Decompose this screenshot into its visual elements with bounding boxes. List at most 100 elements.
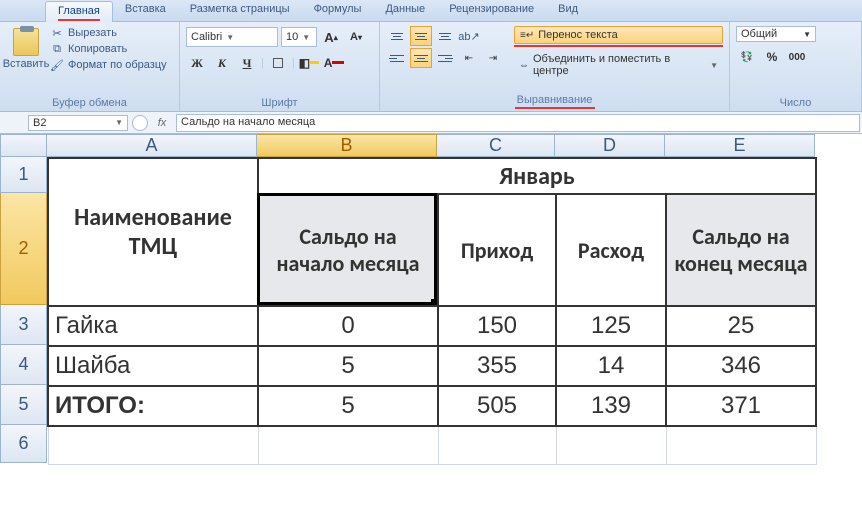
align-left-button[interactable] xyxy=(386,48,408,68)
ribbon-tabs: Главная Вставка Разметка страницы Формул… xyxy=(0,0,862,22)
align-right-button[interactable] xyxy=(434,48,456,68)
borders-button[interactable] xyxy=(267,52,289,74)
cell-e4[interactable]: 346 xyxy=(666,346,816,386)
col-header-d[interactable]: D xyxy=(555,134,665,157)
tab-view[interactable]: Вид xyxy=(546,0,590,21)
formula-cancel[interactable] xyxy=(132,115,148,131)
cell-b4[interactable]: 5 xyxy=(258,346,438,386)
cell-c6[interactable] xyxy=(438,426,556,464)
cell-b3[interactable]: 0 xyxy=(258,306,438,346)
tab-home[interactable]: Главная xyxy=(45,1,113,22)
number-format-value: Общий xyxy=(741,28,777,40)
row-header-6[interactable]: 6 xyxy=(0,425,47,463)
col-header-e[interactable]: E xyxy=(665,134,815,157)
decrease-indent-button[interactable]: ⇤ xyxy=(458,48,480,68)
font-family-value: Calibri xyxy=(191,31,222,43)
cell-a5[interactable]: ИТОГО: xyxy=(48,386,258,426)
paste-button[interactable]: Вставить xyxy=(6,26,46,72)
cell-reference: B2 xyxy=(33,117,46,129)
align-bottom-button[interactable] xyxy=(434,26,456,46)
wrap-icon: ≡↵ xyxy=(520,30,534,41)
wrap-text-button[interactable]: ≡↵ Перенос текста xyxy=(514,26,723,47)
col-header-a[interactable]: A xyxy=(47,134,257,157)
cell-b5[interactable]: 5 xyxy=(258,386,438,426)
row-header-5[interactable]: 5 xyxy=(0,385,47,425)
clipboard-icon xyxy=(13,28,39,56)
tab-page-layout[interactable]: Разметка страницы xyxy=(178,0,302,21)
cell-a1[interactable]: Наименование ТМЦ xyxy=(48,158,258,306)
paste-label: Вставить xyxy=(3,58,50,70)
formula-input[interactable]: Сальдо на начало месяца xyxy=(176,114,860,132)
group-font-label: Шрифт xyxy=(186,95,373,111)
cell-d3[interactable]: 125 xyxy=(556,306,666,346)
cell-c5[interactable]: 505 xyxy=(438,386,556,426)
cell-e5[interactable]: 371 xyxy=(666,386,816,426)
cell-d5[interactable]: 139 xyxy=(556,386,666,426)
font-color-button[interactable]: A xyxy=(323,52,345,74)
grow-font-button[interactable]: A▴ xyxy=(320,26,342,48)
shrink-font-button[interactable]: A▾ xyxy=(345,26,367,48)
currency-button[interactable]: 💱 xyxy=(736,46,758,68)
cell-d4[interactable]: 14 xyxy=(556,346,666,386)
cell-d2[interactable]: Расход xyxy=(556,194,666,306)
row-header-2[interactable]: 2 xyxy=(0,193,47,305)
currency-icon: 💱 xyxy=(741,52,753,63)
group-number: Общий▼ 💱 % 000 Число xyxy=(730,22,862,111)
col-header-b[interactable]: B xyxy=(257,134,437,157)
tab-formulas[interactable]: Формулы xyxy=(302,0,374,21)
fill-color-button[interactable]: ◧ xyxy=(298,52,320,74)
increase-indent-button[interactable]: ⇥ xyxy=(482,48,504,68)
row-header-1[interactable]: 1 xyxy=(0,157,47,193)
cell-e3[interactable]: 25 xyxy=(666,306,816,346)
copy-label: Копировать xyxy=(68,43,127,55)
cell-e2[interactable]: Сальдо на конец месяца xyxy=(666,194,816,306)
group-alignment: ab↗ ⇤ ⇥ ≡↵ Перенос текста xyxy=(380,22,730,111)
group-clipboard-label: Буфер обмена xyxy=(6,95,173,111)
tab-insert[interactable]: Вставка xyxy=(113,0,178,21)
formula-bar: B2 ▼ fx Сальдо на начало месяца xyxy=(0,112,862,134)
cell-c3[interactable]: 150 xyxy=(438,306,556,346)
cut-button[interactable]: ✂ Вырезать xyxy=(50,26,167,40)
font-family-combo[interactable]: Calibri▼ xyxy=(186,27,278,47)
merge-center-label: Объединить и поместить в центре xyxy=(533,53,706,77)
row-header-4[interactable]: 4 xyxy=(0,345,47,385)
align-middle-button[interactable] xyxy=(410,26,432,46)
select-all-corner[interactable] xyxy=(0,134,47,157)
name-box[interactable]: B2 ▼ xyxy=(28,115,128,131)
align-top-button[interactable] xyxy=(386,26,408,46)
col-header-c[interactable]: C xyxy=(437,134,555,157)
copy-icon: ⧉ xyxy=(50,42,64,56)
merge-center-button[interactable]: ⇔ Объединить и поместить в центре ▼ xyxy=(514,51,723,79)
cell-c2[interactable]: Приход xyxy=(438,194,556,306)
cell-b2[interactable]: Сальдо на начало месяца xyxy=(258,194,438,306)
tab-data[interactable]: Данные xyxy=(373,0,437,21)
font-size-combo[interactable]: 10▼ xyxy=(281,27,317,47)
underline-button[interactable]: Ч xyxy=(236,52,258,74)
comma-button[interactable]: 000 xyxy=(786,46,808,68)
tab-review[interactable]: Рецензирование xyxy=(437,0,546,21)
ribbon: Вставить ✂ Вырезать ⧉ Копировать 🖌 Форма… xyxy=(0,22,862,112)
copy-button[interactable]: ⧉ Копировать xyxy=(50,42,167,56)
cell-b6[interactable] xyxy=(258,426,438,464)
cell-b1[interactable]: Январь xyxy=(258,158,816,194)
format-painter-button[interactable]: 🖌 Формат по образцу xyxy=(50,58,167,72)
number-format-combo[interactable]: Общий▼ xyxy=(736,26,816,42)
format-painter-label: Формат по образцу xyxy=(68,59,167,71)
italic-button[interactable]: К xyxy=(211,52,233,74)
cell-a6[interactable] xyxy=(48,426,258,464)
fx-label[interactable]: fx xyxy=(150,117,174,129)
cell-e6[interactable] xyxy=(666,426,816,464)
cells-area[interactable]: Наименование ТМЦ Январь Сальдо на начало… xyxy=(47,157,817,465)
group-alignment-label: Выравнивание xyxy=(386,92,723,111)
align-center-button[interactable] xyxy=(410,48,432,68)
wrap-text-label: Перенос текста xyxy=(538,29,618,41)
cell-d6[interactable] xyxy=(556,426,666,464)
scissors-icon: ✂ xyxy=(50,26,64,40)
cell-c4[interactable]: 355 xyxy=(438,346,556,386)
bold-button[interactable]: Ж xyxy=(186,52,208,74)
row-header-3[interactable]: 3 xyxy=(0,305,47,345)
cell-a4[interactable]: Шайба xyxy=(48,346,258,386)
cell-a3[interactable]: Гайка xyxy=(48,306,258,346)
orientation-button[interactable]: ab↗ xyxy=(458,26,480,46)
percent-button[interactable]: % xyxy=(761,46,783,68)
